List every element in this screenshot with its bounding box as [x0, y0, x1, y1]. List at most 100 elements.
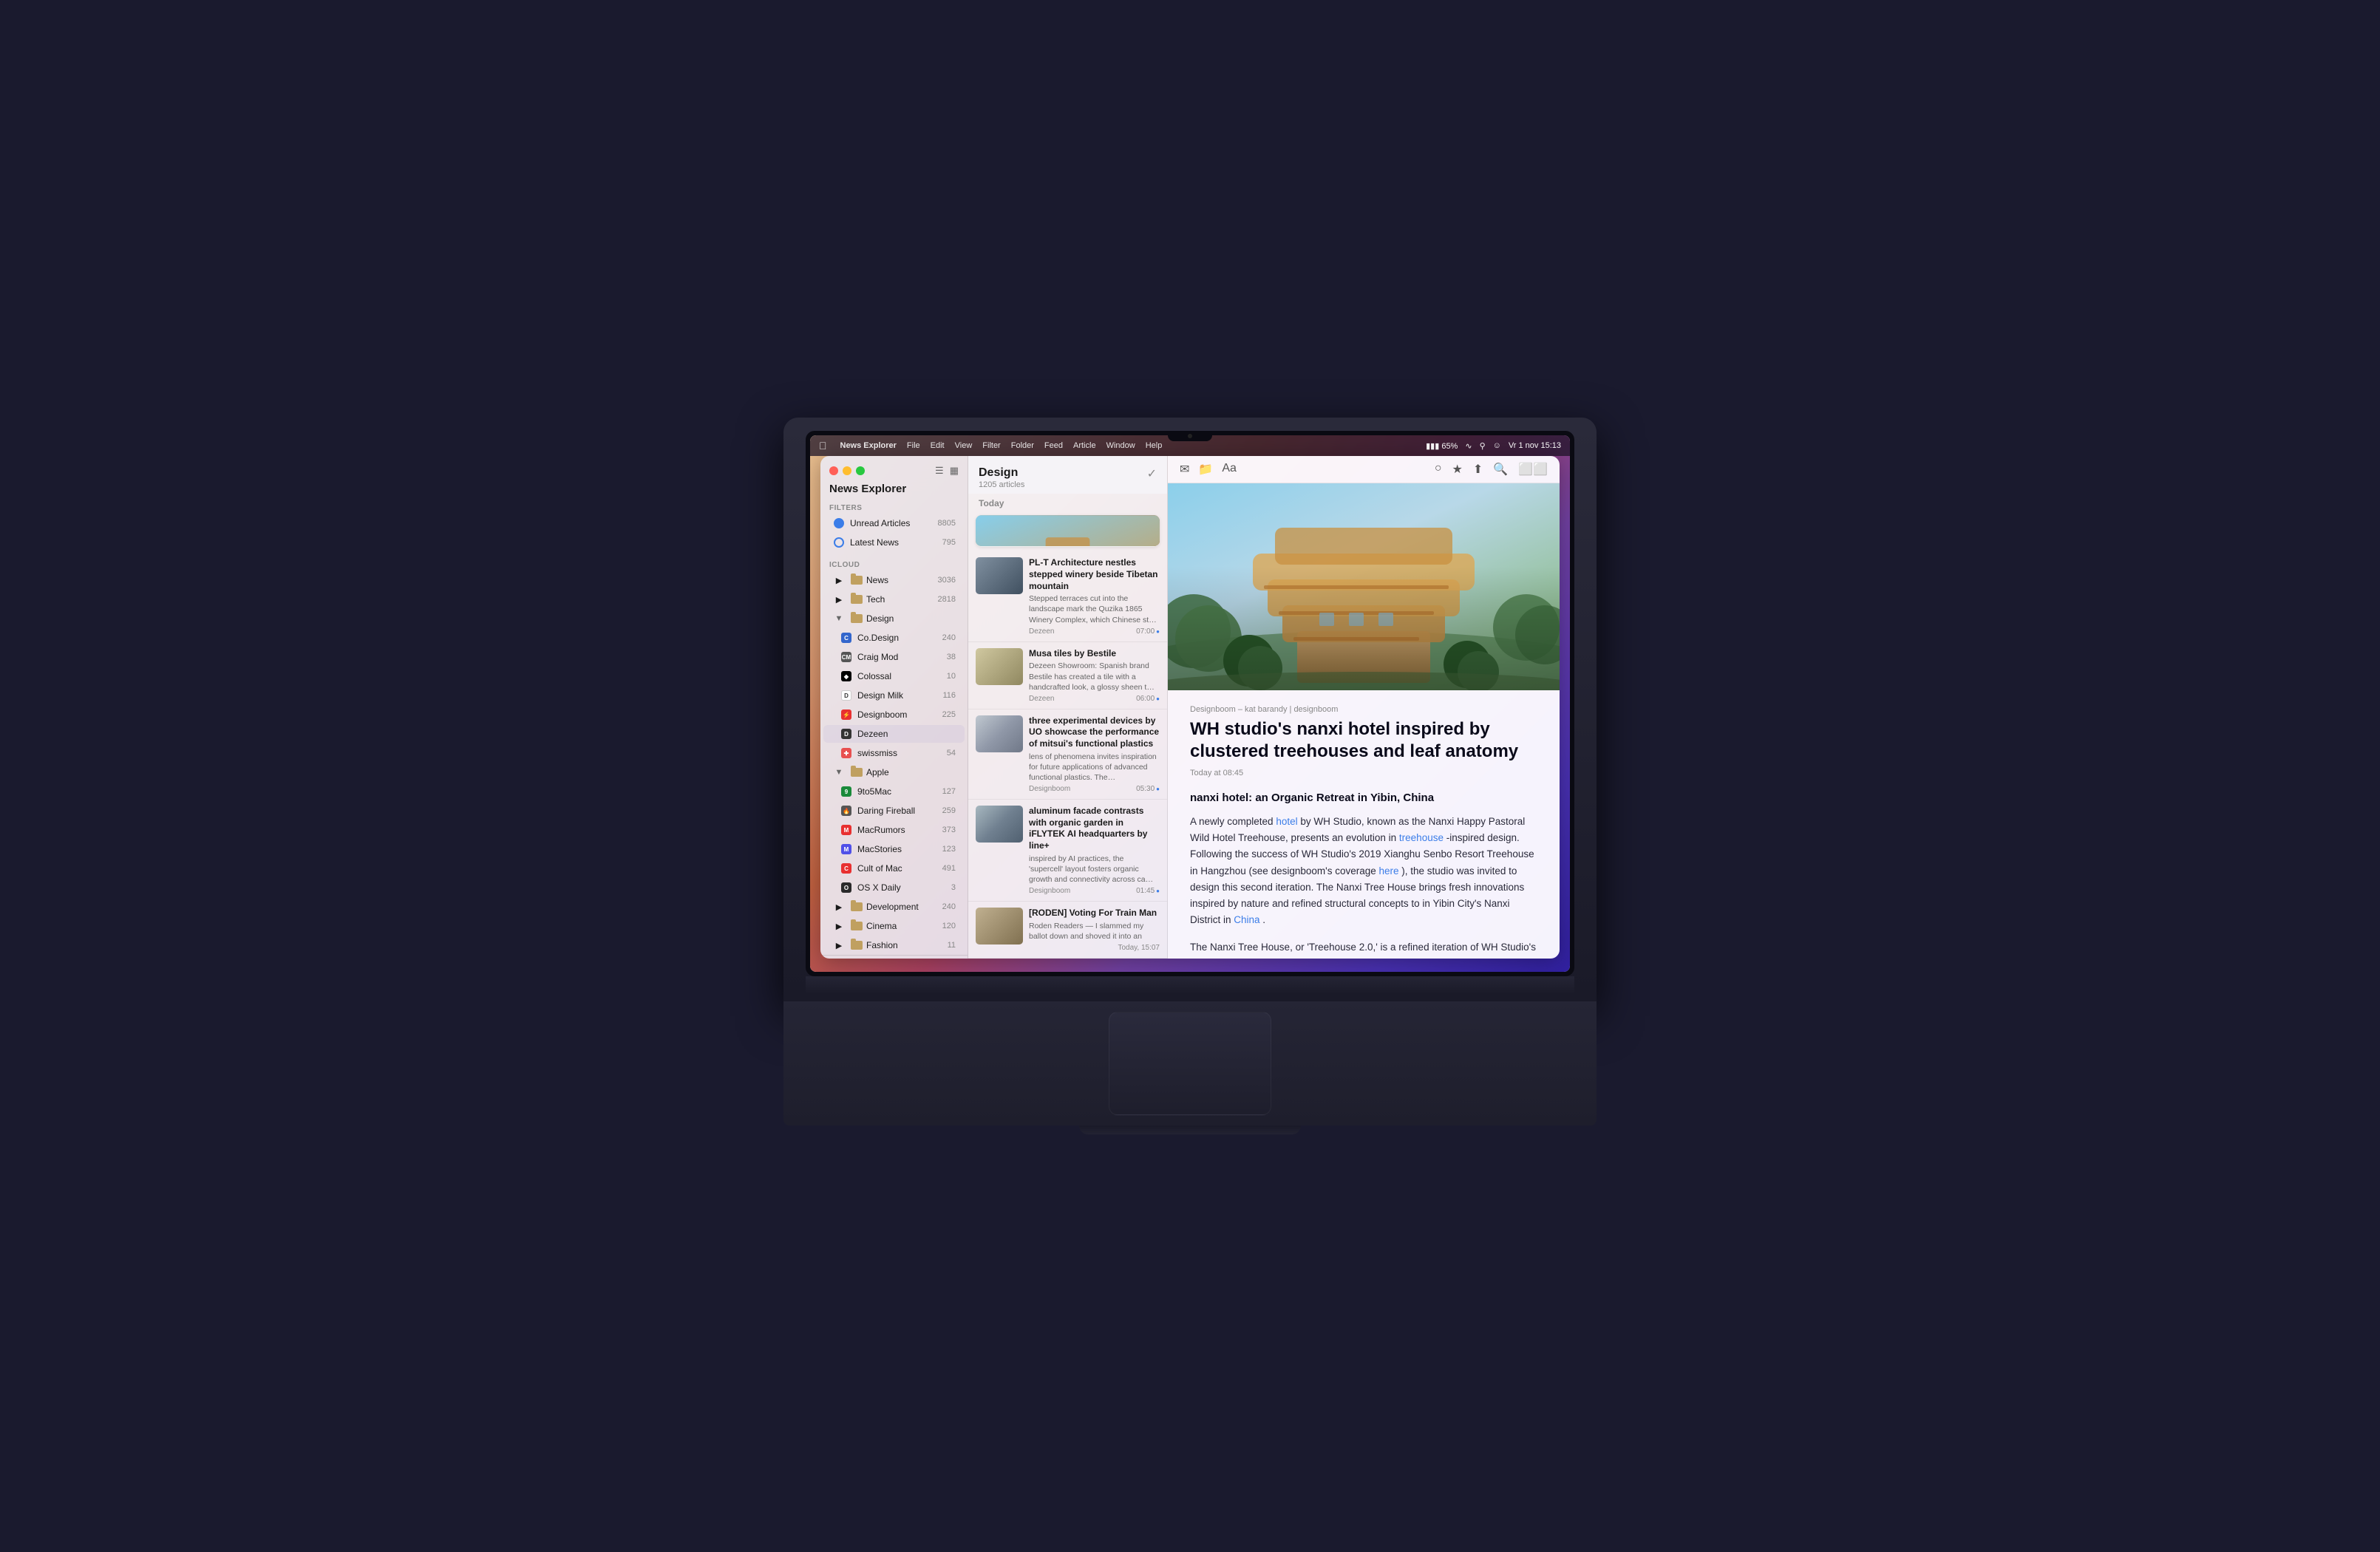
unread-label: Unread Articles — [850, 518, 935, 528]
news-folder-icon — [850, 574, 863, 587]
section-title: nanxi hotel: an Organic Retreat in Yibin… — [1190, 789, 1537, 808]
latest-icon — [832, 536, 846, 549]
article-thumb-1 — [976, 648, 1023, 685]
designmilk-label: Design Milk — [857, 690, 939, 701]
window-menu[interactable]: Window — [1106, 441, 1135, 450]
sidebar-item-latest[interactable]: Latest News 795 — [823, 534, 965, 551]
font-size-icon[interactable]: Aa — [1222, 462, 1237, 477]
sidebar-item-news[interactable]: ▶ News 3036 — [823, 571, 965, 589]
read-status-icon[interactable]: ○ — [1435, 462, 1442, 477]
sidebar-item-dezeen[interactable]: D Dezeen — [823, 725, 965, 743]
codesign-label: Co.Design — [857, 633, 939, 643]
mark-read-button[interactable]: ✓ — [1147, 466, 1157, 481]
star-article-icon[interactable]: ★ — [1452, 462, 1462, 477]
sidebar-item-craigmod[interactable]: CM Craig Mod 38 — [823, 648, 965, 666]
sidebar-item-colossal[interactable]: ◆ Colossal 10 — [823, 667, 965, 685]
article-thumb-2 — [976, 715, 1023, 752]
article-item-3[interactable]: aluminum facade contrasts with organic g… — [968, 800, 1167, 902]
envelope-icon[interactable]: ✉ — [1180, 462, 1189, 477]
designboom-icon: ⚡ — [840, 708, 853, 721]
edit-menu[interactable]: Edit — [931, 441, 945, 450]
craigmod-label: Craig Mod — [857, 652, 944, 662]
maximize-button[interactable] — [856, 466, 865, 475]
sidebar-item-design[interactable]: ▼ Design — [823, 610, 965, 627]
hotel-link[interactable]: hotel — [1276, 816, 1297, 827]
sidebar-item-designmilk[interactable]: D Design Milk 116 — [823, 687, 965, 704]
macrumors-label: MacRumors — [857, 825, 939, 835]
sidebar-item-swissmiss[interactable]: ✚ swissmiss 54 — [823, 744, 965, 762]
article-item-0[interactable]: PL-T Architecture nestles stepped winery… — [968, 551, 1167, 641]
article-source-1: Dezeen — [1029, 695, 1054, 703]
filter-menu[interactable]: Filter — [982, 441, 1000, 450]
article-item-4[interactable]: [RODEN] Voting For Train Man Roden Reade… — [968, 902, 1167, 959]
file-menu[interactable]: File — [907, 441, 920, 450]
article-menu[interactable]: Article — [1073, 441, 1096, 450]
laptop-body:  News Explorer File Edit View Filter Fo… — [783, 418, 1597, 1001]
menu-bar-left:  News Explorer File Edit View Filter Fo… — [819, 440, 1162, 452]
search-article-icon[interactable]: 🔍 — [1493, 462, 1508, 477]
article-meta-2: Designboom 05:30 ● — [1029, 785, 1160, 793]
grid-view-icon[interactable]: ▦ — [950, 465, 959, 477]
sidebar-item-apple[interactable]: ▼ Apple — [823, 763, 965, 781]
sidebar-item-fashion[interactable]: ▶ Fashion 11 — [823, 936, 965, 954]
cultofmac-count: 491 — [942, 864, 956, 873]
craigmod-count: 38 — [947, 653, 956, 661]
sidebar-item-development[interactable]: ▶ Development 240 — [823, 898, 965, 916]
app-name-menu[interactable]: News Explorer — [840, 441, 897, 450]
screen:  News Explorer File Edit View Filter Fo… — [810, 435, 1570, 972]
news-count: 3036 — [938, 576, 956, 585]
macstories-label: MacStories — [857, 844, 939, 854]
designmilk-count: 116 — [942, 691, 956, 700]
apple-folder-chevron: ▼ — [832, 766, 846, 779]
apple-menu[interactable]:  — [819, 440, 827, 452]
sidebar-item-tech[interactable]: ▶ Tech 2818 — [823, 590, 965, 608]
view-menu[interactable]: View — [955, 441, 973, 450]
wifi-icon: ∿ — [1465, 441, 1472, 451]
folder-menu[interactable]: Folder — [1011, 441, 1034, 450]
screen-bezel:  News Explorer File Edit View Filter Fo… — [806, 431, 1574, 976]
china-link[interactable]: China — [1234, 914, 1259, 925]
help-menu[interactable]: Help — [1146, 441, 1163, 450]
sidebar-item-9to5mac[interactable]: 9 9to5Mac 127 — [823, 783, 965, 800]
sidebar-item-cinema[interactable]: ▶ Cinema 120 — [823, 917, 965, 935]
sidebar-item-daringfireball[interactable]: 🔥 Daring Fireball 259 — [823, 802, 965, 820]
search-menubar-icon[interactable]: ⚲ — [1480, 441, 1486, 451]
fashion-folder-icon — [850, 939, 863, 952]
sidebar-item-macrumors[interactable]: M MacRumors 373 — [823, 821, 965, 839]
folder-save-icon[interactable]: 📁 — [1198, 462, 1213, 477]
sidebar-item-codesign[interactable]: C Co.Design 240 — [823, 629, 965, 647]
list-view-icon[interactable]: ☰ — [935, 465, 944, 477]
article-item-featured[interactable]: WH studio's nanxi hotel inspired by clus… — [976, 515, 1160, 547]
article-paragraph-2: The Nanxi Tree House, or 'Treehouse 2.0,… — [1190, 939, 1537, 959]
close-button[interactable] — [829, 466, 838, 475]
article-title: WH studio's nanxi hotel inspired by clus… — [1190, 718, 1537, 763]
article-title-0: PL-T Architecture nestles stepped winery… — [1029, 557, 1160, 592]
swissmiss-label: swissmiss — [857, 748, 944, 758]
article-desc-3: inspired by AI practices, the 'supercell… — [1029, 854, 1160, 885]
here-link[interactable]: here — [1379, 865, 1399, 877]
article-item-1[interactable]: Musa tiles by Bestile Dezeen Showroom: S… — [968, 642, 1167, 709]
sidebar-item-macstories[interactable]: M MacStories 123 — [823, 840, 965, 858]
sidebar-item-cultofmac[interactable]: C Cult of Mac 491 — [823, 860, 965, 877]
minimize-button[interactable] — [843, 466, 851, 475]
tech-label: Tech — [866, 594, 935, 605]
split-view-icon[interactable]: ⬜⬜ — [1518, 462, 1548, 477]
article-time-2: 05:30 ● — [1136, 785, 1160, 793]
sidebar-item-designboom[interactable]: ⚡ Designboom 225 — [823, 706, 965, 724]
sidebar-item-osxdaily[interactable]: O OS X Daily 3 — [823, 879, 965, 896]
article-time-1: 06:00 ● — [1136, 695, 1160, 703]
osxdaily-label: OS X Daily — [857, 882, 948, 893]
user-menubar-icon[interactable]: ☺ — [1493, 441, 1501, 450]
sidebar-item-unread[interactable]: Unread Articles 8805 — [823, 514, 965, 532]
trackpad[interactable] — [1109, 1012, 1271, 1115]
article-desc-1: Dezeen Showroom: Spanish brand Bestile h… — [1029, 661, 1160, 692]
dev-label: Development — [866, 902, 939, 912]
unread-dot-1: ● — [1156, 695, 1160, 702]
share-icon[interactable]: ⬆ — [1473, 462, 1483, 477]
feed-menu[interactable]: Feed — [1044, 441, 1063, 450]
macstories-count: 123 — [942, 845, 956, 854]
article-time-3: 01:45 ● — [1136, 887, 1160, 895]
treehouse-link[interactable]: treehouse — [1399, 832, 1444, 843]
article-item-2[interactable]: three experimental devices by UO showcas… — [968, 709, 1167, 800]
fashion-label: Fashion — [866, 940, 945, 950]
